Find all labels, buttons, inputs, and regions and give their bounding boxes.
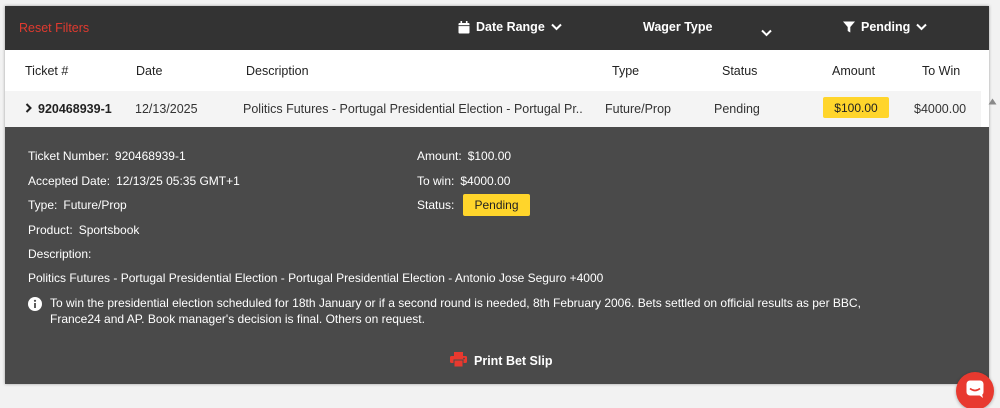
ticket-number-field: Ticket Number: 920468939-1 xyxy=(28,149,186,163)
table-header: Ticket # Date Description Type Status Am… xyxy=(5,50,989,90)
table-row[interactable]: 920468939-1 12/13/2025 Politics Futures … xyxy=(5,91,981,127)
scroll-up-arrow[interactable] xyxy=(988,92,997,110)
to-win-value: $4000.00 xyxy=(460,174,511,188)
print-bet-slip-label: Print Bet Slip xyxy=(474,354,553,368)
header-amount: Amount xyxy=(832,64,876,78)
header-date: Date xyxy=(136,64,163,78)
product-field: Product: Sportsbook xyxy=(28,223,139,237)
ticket-number-value: 920468939-1 xyxy=(114,149,186,163)
date-cell: 12/13/2025 xyxy=(135,102,198,116)
funnel-icon xyxy=(843,21,855,33)
date-range-label: Date Range xyxy=(476,20,545,34)
chevron-down-icon xyxy=(916,23,928,31)
chat-icon xyxy=(966,380,984,403)
description-label: Description: xyxy=(28,247,92,261)
chat-button[interactable] xyxy=(956,372,994,408)
amount-value: $100.00 xyxy=(467,149,512,163)
date-range-filter[interactable]: Date Range xyxy=(458,20,562,34)
info-icon xyxy=(28,297,42,316)
status-filter-label: Pending xyxy=(861,20,911,34)
type-value: Future/Prop xyxy=(63,198,127,212)
amount-field: Amount: $100.00 xyxy=(417,149,511,163)
chevron-down-icon[interactable] xyxy=(761,24,772,42)
bets-panel: Reset Filters Date Range Wager Type Pend… xyxy=(5,6,989,384)
filter-bar: Reset Filters Date Range Wager Type Pend… xyxy=(5,6,989,50)
product-label: Product: xyxy=(28,223,73,237)
calendar-icon xyxy=(458,20,470,34)
type-label: Type: xyxy=(28,198,58,212)
status-label: Status: xyxy=(417,198,455,212)
header-status: Status xyxy=(722,64,758,78)
status-badge: Pending xyxy=(463,194,530,216)
header-ticket: Ticket # xyxy=(25,64,69,78)
status-filter[interactable]: Pending xyxy=(843,20,928,34)
accepted-date-label: Accepted Date: xyxy=(28,174,111,188)
type-field: Type: Future/Prop xyxy=(28,198,127,212)
description-cell: Politics Futures - Portugal Presidential… xyxy=(243,102,583,116)
wager-type-label: Wager Type xyxy=(643,20,713,34)
wager-type-filter[interactable]: Wager Type xyxy=(643,20,712,34)
product-value: Sportsbook xyxy=(78,223,140,237)
to-win-label: To win: xyxy=(417,174,455,188)
header-type: Type xyxy=(612,64,640,78)
to-win-cell: $4000.00 xyxy=(914,102,967,116)
header-description: Description xyxy=(246,64,309,78)
bet-detail-panel: Ticket Number: 920468939-1 Accepted Date:… xyxy=(5,127,989,384)
ticket-cell[interactable]: 920468939-1 xyxy=(25,102,112,116)
printer-icon xyxy=(450,352,467,370)
accepted-date-value: 12/13/25 05:35 GMT+1 xyxy=(116,174,240,188)
ticket-number-label: Ticket Number: xyxy=(28,149,109,163)
type-cell: Future/Prop xyxy=(605,102,672,116)
amount-label: Amount: xyxy=(417,149,462,163)
accepted-date-field: Accepted Date: 12/13/25 05:35 GMT+1 xyxy=(28,174,240,188)
description-full: Politics Futures - Portugal Presidential… xyxy=(28,271,604,285)
header-to-win: To Win xyxy=(922,64,961,78)
chevron-right-icon[interactable] xyxy=(25,102,32,116)
status-cell: Pending xyxy=(714,102,760,116)
bet-rules-note: To win the presidential election schedul… xyxy=(50,296,861,326)
print-bet-slip-button[interactable]: Print Bet Slip xyxy=(450,352,552,370)
ticket-number: 920468939-1 xyxy=(38,102,112,116)
amount-badge: $100.00 xyxy=(823,97,889,118)
chevron-down-icon xyxy=(551,23,562,31)
to-win-field: To win: $4000.00 xyxy=(417,174,510,188)
reset-filters-link[interactable]: Reset Filters xyxy=(19,21,89,35)
